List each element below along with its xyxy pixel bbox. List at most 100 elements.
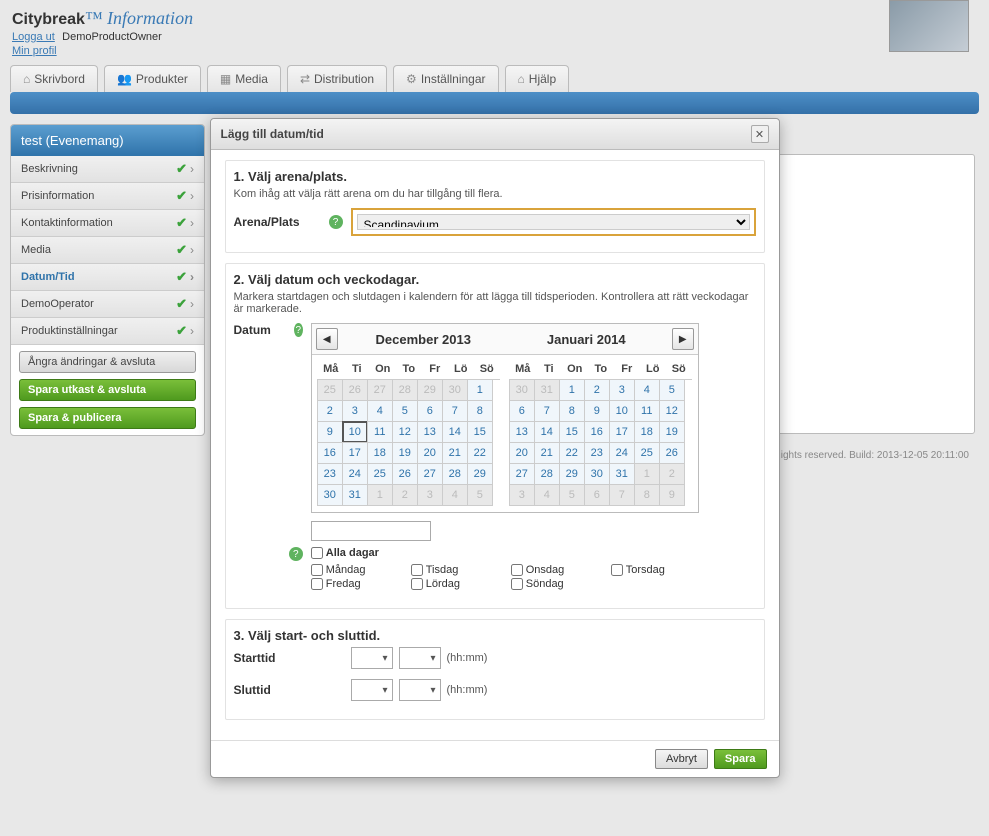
sidebar-item-beskrivning[interactable]: Beskrivning✔› <box>11 156 204 183</box>
calendar-day[interactable]: 24 <box>342 463 368 485</box>
calendar-day[interactable]: 10 <box>342 421 368 443</box>
calendar-day[interactable]: 8 <box>559 400 585 422</box>
calendar-day[interactable]: 25 <box>367 463 393 485</box>
calendar-day[interactable]: 19 <box>392 442 418 464</box>
calendar-day[interactable]: 30 <box>317 484 343 506</box>
cancel-button[interactable]: Avbryt <box>655 749 708 769</box>
calendar-day[interactable]: 9 <box>584 400 610 422</box>
weekday-checkbox-torsdag[interactable] <box>611 564 623 576</box>
calendar-day[interactable]: 14 <box>534 421 560 443</box>
calendar-day[interactable]: 22 <box>559 442 585 464</box>
calendar-day[interactable]: 16 <box>584 421 610 443</box>
calendar-day[interactable]: 6 <box>417 400 443 422</box>
weekday-checkbox-tisdag[interactable] <box>411 564 423 576</box>
calendar-day[interactable]: 7 <box>442 400 468 422</box>
calendar-day[interactable]: 1 <box>559 379 585 401</box>
help-icon[interactable]: ? <box>329 215 343 229</box>
calendar-day[interactable]: 18 <box>367 442 393 464</box>
tab-skrivbord[interactable]: ⌂Skrivbord <box>10 65 98 92</box>
save-button[interactable]: Spara <box>714 749 767 769</box>
calendar-day[interactable]: 14 <box>442 421 468 443</box>
calendar-day[interactable]: 28 <box>442 463 468 485</box>
calendar-day[interactable]: 4 <box>634 379 660 401</box>
alldays-checkbox[interactable] <box>311 547 323 559</box>
calendar-day[interactable]: 11 <box>634 400 660 422</box>
calendar-day[interactable]: 31 <box>609 463 635 485</box>
calendar-day[interactable]: 23 <box>584 442 610 464</box>
sidebar-item-prisinformation[interactable]: Prisinformation✔› <box>11 183 204 210</box>
tab-inställningar[interactable]: ⚙Inställningar <box>393 65 498 92</box>
calendar-day[interactable]: 13 <box>417 421 443 443</box>
weekday-checkbox-måndag[interactable] <box>311 564 323 576</box>
calendar-day[interactable]: 17 <box>342 442 368 464</box>
calendar-day[interactable]: 20 <box>509 442 535 464</box>
calendar-day[interactable]: 31 <box>342 484 368 506</box>
calendar-day[interactable]: 25 <box>634 442 660 464</box>
help-icon[interactable]: ? <box>289 547 303 561</box>
sidebar-item-datum-tid[interactable]: Datum/Tid✔› <box>11 264 204 291</box>
sidebar-item-kontaktinformation[interactable]: Kontaktinformation✔› <box>11 210 204 237</box>
calendar-day[interactable]: 21 <box>534 442 560 464</box>
calendar-day[interactable]: 8 <box>467 400 493 422</box>
undo-button[interactable]: Ångra ändringar & avsluta <box>19 351 196 373</box>
calendar-day[interactable]: 22 <box>467 442 493 464</box>
tab-hjälp[interactable]: ⌂Hjälp <box>505 65 570 92</box>
help-icon[interactable]: ? <box>294 323 303 337</box>
calendar-day[interactable]: 26 <box>659 442 685 464</box>
calendar-day[interactable]: 5 <box>659 379 685 401</box>
calendar-day[interactable]: 10 <box>609 400 635 422</box>
calendar-day[interactable]: 2 <box>317 400 343 422</box>
calendar-day[interactable]: 4 <box>367 400 393 422</box>
sidebar-item-media[interactable]: Media✔› <box>11 237 204 264</box>
calendar-day[interactable]: 27 <box>417 463 443 485</box>
calendar-day[interactable]: 1 <box>467 379 493 401</box>
calendar-day[interactable]: 3 <box>609 379 635 401</box>
end-hour-select[interactable] <box>351 679 393 701</box>
end-minute-select[interactable] <box>399 679 441 701</box>
calendar-prev-button[interactable]: ◀ <box>316 328 338 350</box>
close-icon[interactable]: ✕ <box>751 125 769 143</box>
logout-link[interactable]: Logga ut <box>12 31 55 43</box>
calendar-day[interactable]: 15 <box>559 421 585 443</box>
calendar-day[interactable]: 20 <box>417 442 443 464</box>
weekday-checkbox-onsdag[interactable] <box>511 564 523 576</box>
calendar-day[interactable]: 28 <box>534 463 560 485</box>
calendar-next-button[interactable]: ▶ <box>672 328 694 350</box>
calendar-day[interactable]: 26 <box>392 463 418 485</box>
calendar-day[interactable]: 23 <box>317 463 343 485</box>
calendar-day[interactable]: 7 <box>534 400 560 422</box>
calendar-day[interactable]: 2 <box>584 379 610 401</box>
weekday-checkbox-fredag[interactable] <box>311 578 323 590</box>
calendar-day[interactable]: 11 <box>367 421 393 443</box>
start-minute-select[interactable] <box>399 647 441 669</box>
calendar-day[interactable]: 19 <box>659 421 685 443</box>
calendar-day[interactable]: 9 <box>317 421 343 443</box>
calendar-day[interactable]: 12 <box>392 421 418 443</box>
calendar-day[interactable]: 29 <box>559 463 585 485</box>
save-draft-exit-button[interactable]: Spara utkast & avsluta <box>19 379 196 401</box>
calendar-day[interactable]: 3 <box>342 400 368 422</box>
calendar-day[interactable]: 27 <box>509 463 535 485</box>
arena-select[interactable]: Scandinavium <box>357 214 750 230</box>
tab-produkter[interactable]: 👥Produkter <box>104 65 201 92</box>
weekday-checkbox-lördag[interactable] <box>411 578 423 590</box>
profile-link[interactable]: Min profil <box>12 45 57 57</box>
sidebar-item-produktinställningar[interactable]: Produktinställningar✔› <box>11 318 204 345</box>
tab-media[interactable]: ▦Media <box>207 65 281 92</box>
calendar-day[interactable]: 17 <box>609 421 635 443</box>
calendar-day[interactable]: 24 <box>609 442 635 464</box>
calendar-day[interactable]: 15 <box>467 421 493 443</box>
calendar-day[interactable]: 16 <box>317 442 343 464</box>
calendar-day[interactable]: 30 <box>584 463 610 485</box>
calendar-day[interactable]: 29 <box>467 463 493 485</box>
weekday-checkbox-söndag[interactable] <box>511 578 523 590</box>
sidebar-item-demooperator[interactable]: DemoOperator✔› <box>11 291 204 318</box>
date-range-input[interactable] <box>311 521 431 541</box>
calendar-day[interactable]: 18 <box>634 421 660 443</box>
calendar-day[interactable]: 5 <box>392 400 418 422</box>
calendar-day[interactable]: 21 <box>442 442 468 464</box>
calendar-day[interactable]: 13 <box>509 421 535 443</box>
start-hour-select[interactable] <box>351 647 393 669</box>
save-publish-button[interactable]: Spara & publicera <box>19 407 196 429</box>
tab-distribution[interactable]: ⇄Distribution <box>287 65 387 92</box>
